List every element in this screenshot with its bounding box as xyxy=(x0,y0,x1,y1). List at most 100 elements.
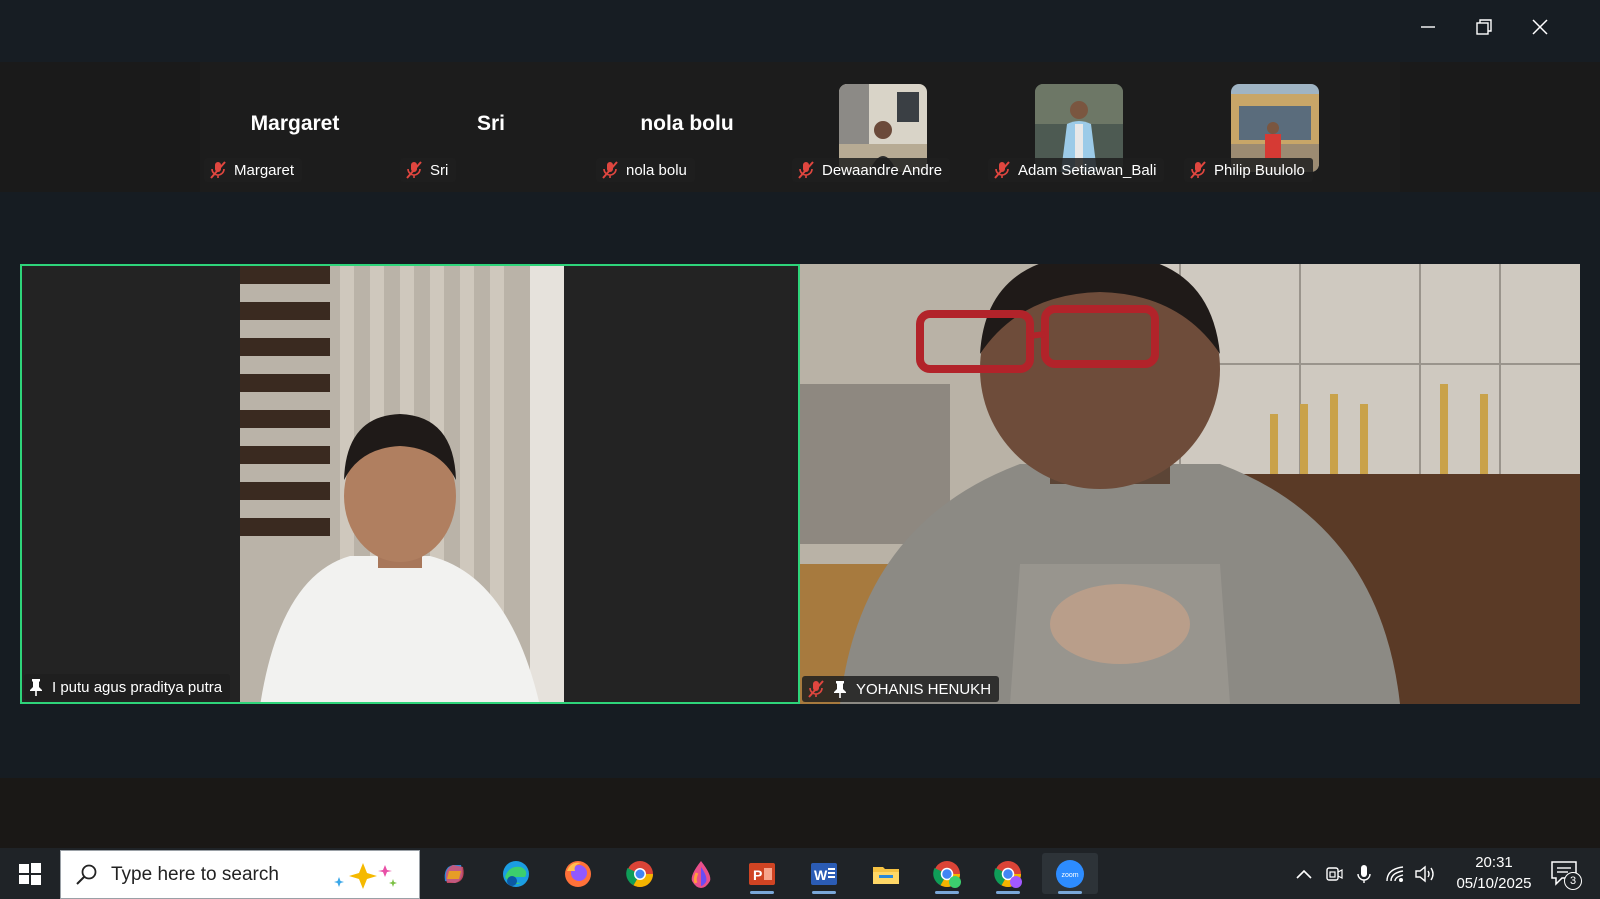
clock-date: 05/10/2025 xyxy=(1456,875,1532,892)
participant-name: Margaret xyxy=(234,161,295,179)
word-icon: W xyxy=(811,862,837,885)
participant-name: nola bolu xyxy=(626,161,687,179)
participant-name-tag: Margaret xyxy=(204,158,303,182)
windows-logo-icon xyxy=(19,863,41,885)
participant-name-tag: Sri xyxy=(400,158,457,182)
mic-muted-icon xyxy=(602,161,618,179)
speaker-name-tag: I putu agus praditya putra xyxy=(24,674,231,700)
taskbar-file-explorer[interactable] xyxy=(858,853,914,894)
start-button[interactable] xyxy=(8,856,52,892)
taskbar-clock[interactable]: 20:31 05/10/2025 xyxy=(1444,852,1544,896)
participant-strip-inner: Margaret Margaret Sri Sri nola bolu nola… xyxy=(200,62,1400,192)
participant-big-name: nola bolu xyxy=(640,112,734,135)
participant-tile[interactable]: nola bolu nola bolu xyxy=(592,84,782,182)
participant-tile[interactable]: Sri Sri xyxy=(396,84,586,182)
participant-name: Philip Buulolo xyxy=(1214,161,1305,179)
tray-meet-now[interactable] xyxy=(1322,848,1346,899)
taskbar-firefox[interactable] xyxy=(550,853,606,894)
participant-strip: Margaret Margaret Sri Sri nola bolu nola… xyxy=(0,62,1600,192)
video-stage: I putu agus praditya putra YOHANIS HENUK… xyxy=(0,192,1600,778)
participant-tile[interactable]: Margaret Margaret xyxy=(200,84,390,182)
running-indicator xyxy=(1058,891,1082,894)
chevron-up-icon xyxy=(1296,869,1312,879)
participant-name-tag: Dewaandre Andre xyxy=(792,158,951,182)
close-button[interactable] xyxy=(1520,10,1560,44)
chrome-icon xyxy=(626,860,654,887)
meeting-controls-area xyxy=(0,778,1600,848)
taskbar-copilot[interactable] xyxy=(426,853,482,894)
restore-icon xyxy=(1476,19,1492,35)
chrome-profile-icon xyxy=(933,860,961,888)
pin-icon xyxy=(30,679,42,696)
tray-network[interactable] xyxy=(1382,848,1408,899)
taskbar-chrome-profile-a[interactable] xyxy=(919,853,975,894)
mic-muted-icon xyxy=(798,161,814,179)
participant-big-name: Margaret xyxy=(250,112,340,135)
participant-tile[interactable]: Adam Setiawan_Bali xyxy=(984,84,1174,182)
svg-text:zoom: zoom xyxy=(1061,872,1078,879)
microphone-icon xyxy=(1357,864,1371,883)
taskbar-powerpoint[interactable]: P xyxy=(734,853,790,894)
powerpoint-icon: P xyxy=(749,862,775,885)
participant-name: Sri xyxy=(430,161,449,179)
participant-name-tag: nola bolu xyxy=(596,158,695,182)
mic-muted-icon xyxy=(1190,161,1206,179)
pin-icon xyxy=(834,681,846,698)
participant-tile[interactable]: Dewaandre Andre xyxy=(788,84,978,182)
running-indicator xyxy=(996,891,1020,894)
taskbar-edge[interactable] xyxy=(488,853,544,894)
search-input[interactable] xyxy=(111,863,311,886)
tray-volume[interactable] xyxy=(1412,848,1438,899)
search-icon xyxy=(76,864,97,885)
participant-name: YOHANIS HENUKH xyxy=(856,680,992,698)
participant-name-tag: YOHANIS HENUKH xyxy=(802,676,1000,702)
copilot-icon xyxy=(444,864,464,883)
close-icon xyxy=(1532,19,1548,35)
mic-muted-icon xyxy=(210,161,226,179)
windows-taskbar: P W zoom 20:31 05/10/2025 3 xyxy=(0,848,1600,899)
taskbar-chrome-profile-b[interactable] xyxy=(980,853,1036,894)
show-hidden-icons-button[interactable] xyxy=(1292,848,1316,899)
restore-button[interactable] xyxy=(1464,10,1504,44)
droplet-app-icon xyxy=(691,860,711,888)
taskbar-chrome[interactable] xyxy=(612,853,668,894)
taskbar-zoom[interactable]: zoom xyxy=(1042,853,1098,894)
chrome-profile-icon xyxy=(994,860,1022,888)
title-bar xyxy=(0,0,1600,62)
folder-icon xyxy=(873,866,899,884)
participant-name: Adam Setiawan_Bali xyxy=(1018,161,1157,179)
tray-microphone[interactable] xyxy=(1352,848,1376,899)
mic-muted-icon xyxy=(808,680,824,698)
taskbar-word[interactable]: W xyxy=(796,853,852,894)
participant-name-tag: Adam Setiawan_Bali xyxy=(988,158,1165,182)
participant-name: Dewaandre Andre xyxy=(822,161,943,179)
sparkle-icon xyxy=(334,863,397,889)
participant-tile[interactable]: Philip Buulolo xyxy=(1180,84,1370,182)
running-indicator xyxy=(935,891,959,894)
participant-name-tag: Philip Buulolo xyxy=(1184,158,1313,182)
speaker-name: I putu agus praditya putra xyxy=(52,678,223,696)
active-speaker-tile[interactable]: I putu agus praditya putra xyxy=(20,264,800,704)
taskbar-drop-app[interactable] xyxy=(673,853,729,894)
wifi-icon xyxy=(1386,865,1404,882)
zoom-icon: zoom xyxy=(1056,859,1084,888)
speaker-video xyxy=(240,266,564,702)
firefox-icon xyxy=(565,860,591,887)
taskbar-search-box[interactable] xyxy=(60,850,420,899)
svg-text:P: P xyxy=(753,867,762,883)
mic-muted-icon xyxy=(406,161,422,179)
mic-muted-icon xyxy=(994,161,1010,179)
participant-big-name: Sri xyxy=(476,112,505,135)
notification-count-badge: 3 xyxy=(1564,872,1582,890)
participant-video xyxy=(800,264,1580,704)
minimize-button[interactable] xyxy=(1408,10,1448,44)
zoom-meeting-window: Margaret Margaret Sri Sri nola bolu nola… xyxy=(0,0,1600,848)
svg-text:W: W xyxy=(814,867,828,883)
running-indicator xyxy=(812,891,836,894)
camera-tray-icon xyxy=(1326,866,1343,881)
edge-icon xyxy=(503,860,529,887)
notification-center-button[interactable]: 3 xyxy=(1546,856,1586,892)
minimize-icon xyxy=(1421,26,1435,28)
participant-video-tile[interactable]: YOHANIS HENUKH xyxy=(800,264,1580,704)
speaker-icon xyxy=(1415,865,1434,882)
